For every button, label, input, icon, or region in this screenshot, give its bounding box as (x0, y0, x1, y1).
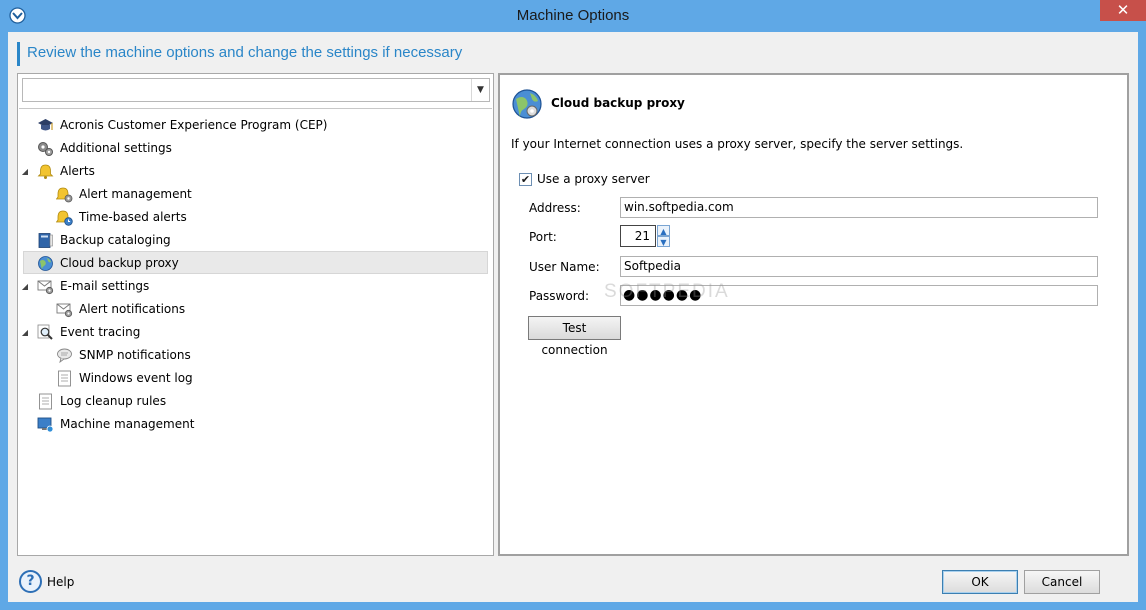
use-proxy-checkbox[interactable]: ✔ (519, 173, 532, 186)
tree-item-snmp-notifications[interactable]: SNMP notifications (56, 344, 477, 367)
tree-item-cloud-backup-proxy[interactable]: Cloud backup proxy (23, 251, 488, 274)
tree-item-label: Alert management (79, 187, 192, 201)
address-field[interactable]: win.softpedia.com (620, 197, 1098, 218)
window-title: Machine Options (516, 7, 630, 24)
list-page-icon (39, 393, 52, 410)
graduation-cap-icon (38, 119, 53, 131)
settings-panel: Cloud backup proxy If your Internet conn… (498, 73, 1129, 556)
catalog-book-icon (38, 233, 53, 248)
ok-button[interactable]: OK (942, 570, 1018, 594)
panel-description: If your Internet connection uses a proxy… (511, 137, 964, 151)
watermark: SOFTPEDIA (604, 281, 730, 302)
tree-item-label: Time-based alerts (79, 210, 187, 224)
email-alert-icon (56, 303, 73, 318)
tree-item-windows-event-log[interactable]: Windows event log (56, 367, 477, 390)
tree-item-email-settings[interactable]: ◢ E-mail settings (22, 275, 477, 298)
header-accent-bar (17, 42, 20, 66)
close-button[interactable]: ✕ (1100, 0, 1146, 21)
tree-item-time-based-alerts[interactable]: Time-based alerts (56, 206, 477, 229)
tree-item-additional-settings[interactable]: Additional settings (37, 137, 477, 160)
options-tree: Acronis Customer Experience Program (CEP… (19, 108, 492, 554)
bell-gear-icon (56, 187, 73, 203)
help-icon[interactable]: ? (19, 570, 42, 593)
tree-item-label: Log cleanup rules (60, 394, 167, 408)
log-page-icon (58, 370, 71, 387)
username-label: User Name: (529, 260, 600, 274)
tree-item-label: Windows event log (79, 371, 193, 385)
help-link[interactable]: Help (47, 575, 74, 589)
port-stepper[interactable]: ▲ ▼ (657, 225, 670, 247)
tree-item-label: Alert notifications (79, 302, 186, 316)
expander-icon[interactable]: ◢ (19, 160, 31, 183)
tree-item-label: Machine management (60, 417, 195, 431)
tree-item-label: Cloud backup proxy (60, 256, 179, 270)
username-field[interactable]: Softpedia (620, 256, 1098, 277)
spin-up-icon[interactable]: ▲ (657, 225, 670, 236)
password-label: Password: (529, 289, 590, 303)
tree-item-label: Additional settings (60, 141, 172, 155)
page-header: Review the machine options and change th… (27, 44, 463, 61)
tree-item-backup-cataloging[interactable]: Backup cataloging (37, 229, 477, 252)
bell-icon (37, 164, 54, 179)
tree-item-label: Event tracing (60, 325, 141, 339)
tree-item-alerts[interactable]: ◢ Alerts (22, 160, 477, 183)
tree-item-log-cleanup-rules[interactable]: Log cleanup rules (37, 390, 477, 413)
tree-item-cep[interactable]: Acronis Customer Experience Program (CEP… (37, 114, 477, 137)
bell-clock-icon (56, 210, 73, 226)
machine-options-window: Machine Options ✕ Review the machine opt… (0, 0, 1146, 610)
title-bar[interactable]: Machine Options ✕ (0, 0, 1146, 32)
options-navigation-panel: ▼ Acronis Customer Experience Program (C… (17, 73, 494, 556)
tree-item-label: SNMP notifications (79, 348, 191, 362)
gears-icon (38, 142, 53, 156)
use-proxy-label[interactable]: Use a proxy server (537, 172, 650, 186)
dialog-body: Review the machine options and change th… (8, 32, 1138, 602)
port-label: Port: (529, 230, 557, 244)
tree-item-alert-management[interactable]: Alert management (56, 183, 477, 206)
spin-down-icon[interactable]: ▼ (657, 236, 670, 247)
filter-combobox[interactable]: ▼ (22, 78, 490, 102)
monitor-icon (37, 417, 54, 433)
chevron-down-icon[interactable]: ▼ (471, 79, 489, 101)
tree-item-event-tracing[interactable]: ◢ Event tracing (22, 321, 477, 344)
expander-icon[interactable]: ◢ (19, 321, 31, 344)
address-label: Address: (529, 201, 581, 215)
globe-icon (512, 89, 542, 119)
tree-item-label: Backup cataloging (60, 233, 171, 247)
tree-item-alert-notifications[interactable]: Alert notifications (56, 298, 477, 321)
email-gear-icon (37, 280, 54, 295)
cancel-button[interactable]: Cancel (1024, 570, 1100, 594)
magnifier-icon (37, 324, 53, 340)
tree-item-label: Acronis Customer Experience Program (CEP… (60, 118, 328, 132)
speech-bubble-icon (57, 348, 72, 364)
port-field[interactable]: 21 (620, 225, 656, 247)
expander-icon[interactable]: ◢ (19, 275, 31, 298)
panel-title: Cloud backup proxy (551, 96, 685, 110)
tree-item-label: E-mail settings (60, 279, 150, 293)
test-connection-button[interactable]: Test connection (528, 316, 621, 357)
tree-item-label: Alerts (60, 164, 95, 178)
tree-item-machine-management[interactable]: Machine management (37, 413, 477, 436)
globe-icon (38, 256, 53, 271)
